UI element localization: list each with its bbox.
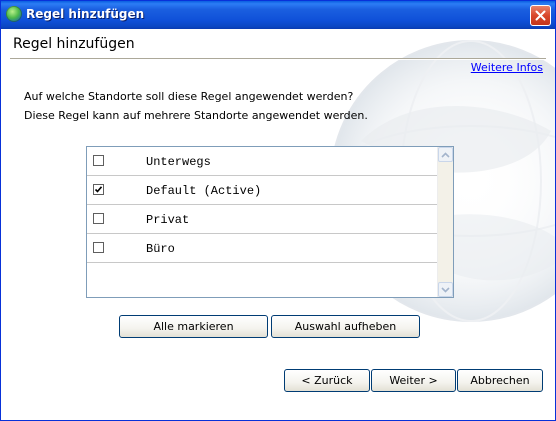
scroll-down-button[interactable]	[438, 282, 453, 297]
location-label: Default (Active)	[146, 184, 262, 198]
back-button[interactable]: < Zurück	[284, 369, 370, 392]
close-button[interactable]	[530, 5, 551, 26]
location-list[interactable]: Unterwegs Default (Active) Privat Büro	[86, 146, 454, 298]
chevron-up-icon	[441, 151, 450, 158]
location-row[interactable]: Büro	[87, 234, 438, 263]
location-row[interactable]: Unterwegs	[87, 147, 438, 176]
location-checkbox[interactable]	[93, 155, 104, 166]
location-row[interactable]: Default (Active)	[87, 176, 438, 205]
title-bar[interactable]: Regel hinzufügen	[1, 1, 555, 29]
description-line-1: Auf welche Standorte soll diese Regel an…	[24, 90, 354, 103]
checkmark-icon	[94, 186, 103, 193]
location-row[interactable]: Privat	[87, 205, 438, 234]
location-checkbox[interactable]	[93, 184, 104, 195]
page-title: Regel hinzufügen	[13, 36, 135, 52]
vertical-scrollbar[interactable]	[437, 147, 453, 297]
next-button[interactable]: Weiter >	[371, 369, 456, 392]
empty-row	[87, 263, 438, 293]
clear-selection-button[interactable]: Auswahl aufheben	[271, 315, 420, 338]
cancel-button[interactable]: Abbrechen	[457, 369, 543, 392]
more-info-link[interactable]: Weitere Infos	[471, 61, 543, 74]
location-label: Privat	[146, 213, 190, 227]
scroll-up-button[interactable]	[438, 147, 453, 162]
location-rows: Unterwegs Default (Active) Privat Büro	[87, 147, 438, 293]
location-label: Büro	[146, 242, 175, 256]
select-all-button[interactable]: Alle markieren	[119, 315, 268, 338]
location-label: Unterwegs	[146, 155, 211, 169]
close-icon	[535, 10, 546, 21]
description-line-2: Diese Regel kann auf mehrere Standorte a…	[24, 109, 368, 122]
dialog-window: Regel hinzufügen Regel hinzufügen Weiter…	[0, 0, 556, 421]
window-title: Regel hinzufügen	[26, 7, 145, 21]
globe-icon	[6, 6, 22, 22]
location-checkbox[interactable]	[93, 213, 104, 224]
chevron-down-icon	[441, 286, 450, 293]
location-checkbox[interactable]	[93, 242, 104, 253]
header-divider	[10, 58, 546, 60]
